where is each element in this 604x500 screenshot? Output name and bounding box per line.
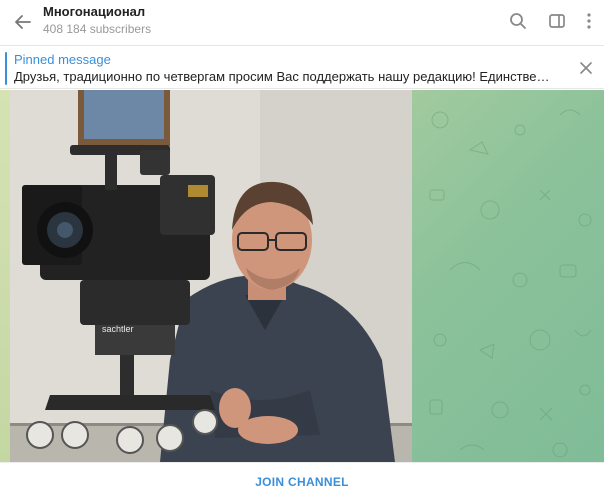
sidebar-toggle-button[interactable] — [544, 8, 570, 34]
wallpaper-left-strip — [0, 90, 10, 462]
search-button[interactable] — [505, 8, 531, 34]
pinned-text: Друзья, традиционно по четвергам просим … — [14, 69, 554, 84]
channel-title[interactable]: Многонационал — [43, 4, 145, 19]
search-icon — [510, 13, 526, 29]
more-button[interactable] — [576, 8, 602, 34]
camera-brand-label: sachtler — [102, 324, 134, 334]
pinned-label: Pinned message — [14, 52, 111, 67]
post-photo[interactable]: sachtler — [10, 90, 412, 462]
photo-illustration: sachtler — [10, 90, 412, 462]
more-vertical-icon — [587, 13, 591, 29]
subscriber-count: 408 184 subscribers — [43, 22, 152, 36]
join-channel-button[interactable]: JOIN CHANNEL — [255, 475, 349, 489]
pinned-close-button[interactable] — [576, 58, 596, 78]
chat-header: Многонационал 408 184 subscribers — [0, 0, 604, 46]
join-footer: JOIN CHANNEL — [0, 462, 604, 500]
sidebar-toggle-icon — [549, 14, 565, 28]
pinned-message-bar[interactable]: Pinned message Друзья, традиционно по че… — [0, 47, 604, 89]
back-button[interactable] — [9, 8, 37, 36]
chat-area: sachtler — [0, 90, 604, 462]
close-icon — [580, 62, 592, 74]
pinned-accent-bar — [5, 52, 7, 85]
back-arrow-icon — [15, 15, 31, 29]
